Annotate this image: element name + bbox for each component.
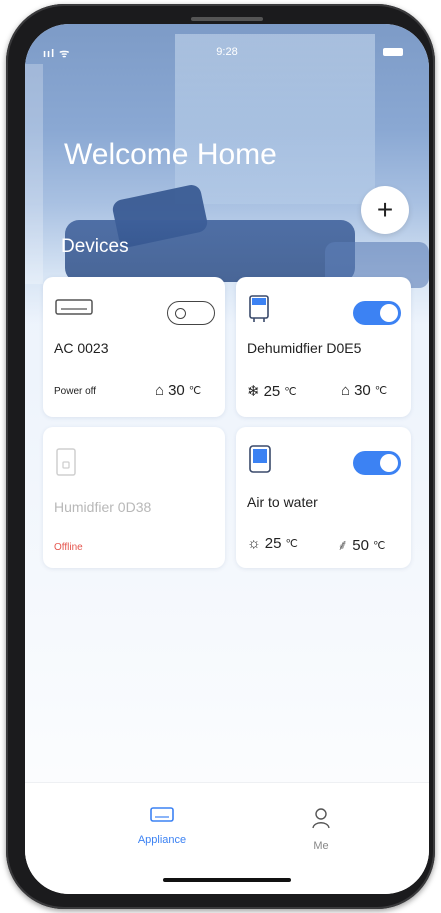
metric-value: 30 bbox=[354, 382, 371, 399]
snowflake-icon: ❄ bbox=[247, 383, 260, 400]
device-status: Power off bbox=[54, 386, 97, 397]
status-bar: ııl ᯤ 9:28 bbox=[25, 24, 429, 66]
home-temp-icon: ⌂ bbox=[155, 382, 165, 399]
air-to-water-icon bbox=[248, 445, 272, 480]
device-card-dehumidifier-d0e5[interactable]: Dehumidfier D0E5 ❄ 25 ℃ ⌂ 30 ℃ bbox=[236, 277, 411, 417]
tab-me[interactable]: Me bbox=[281, 807, 361, 852]
device-metric-heating-temp: ☼ 25 ℃ bbox=[247, 535, 298, 552]
metric-unit: ℃ bbox=[284, 385, 297, 398]
metric-value: 50 bbox=[352, 536, 369, 554]
phone-speaker bbox=[191, 17, 263, 21]
app-screen: ııl ᯤ 9:28 Welcome Home + Devices AC 002… bbox=[25, 24, 429, 894]
toggle-knob bbox=[175, 308, 186, 319]
metric-value: 25 bbox=[264, 535, 282, 552]
phone-frame: ııl ᯤ 9:28 Welcome Home + Devices AC 002… bbox=[6, 4, 435, 909]
power-toggle[interactable] bbox=[353, 301, 401, 325]
hero-wall bbox=[25, 64, 43, 284]
device-name: Humidfier 0D38 bbox=[54, 499, 152, 515]
toggle-knob bbox=[380, 454, 398, 472]
dehumidifier-icon bbox=[248, 295, 270, 328]
status-time: 9:28 bbox=[216, 46, 238, 58]
toggle-knob bbox=[380, 304, 398, 322]
device-metric-water-temp: ⸙ 50 ℃ bbox=[337, 535, 385, 555]
metric-value: 30 bbox=[168, 382, 185, 399]
home-temp-icon: ⌂ bbox=[341, 382, 351, 399]
page-title: Welcome Home bbox=[64, 138, 277, 171]
device-card-humidifier-0d38[interactable]: Humidfier 0D38 Offline bbox=[43, 427, 225, 568]
battery-icon bbox=[383, 48, 403, 56]
metric-unit: ℃ bbox=[374, 385, 388, 397]
device-card-ac-0023[interactable]: AC 0023 Power off ⌂ 30 ℃ bbox=[43, 277, 225, 417]
device-metric-home-temp: ⌂ 30 ℃ bbox=[155, 382, 201, 399]
device-name: AC 0023 bbox=[54, 340, 109, 356]
person-icon bbox=[311, 808, 331, 833]
appliance-icon bbox=[150, 807, 174, 827]
device-status: Offline bbox=[54, 542, 83, 553]
device-card-air-to-water[interactable]: Air to water ☼ 25 ℃ ⸙ 50 ℃ bbox=[236, 427, 411, 568]
humidifier-icon bbox=[55, 448, 77, 481]
metric-unit: ℃ bbox=[188, 385, 202, 397]
power-toggle[interactable] bbox=[167, 301, 215, 325]
device-metric-cooling-temp: ❄ 25 ℃ bbox=[247, 382, 297, 401]
power-toggle[interactable] bbox=[353, 451, 401, 475]
device-metric-home-temp: ⌂ 30 ℃ bbox=[341, 382, 387, 399]
metric-unit: ℃ bbox=[372, 539, 386, 552]
home-indicator bbox=[163, 878, 291, 882]
tab-appliance[interactable]: Appliance bbox=[122, 807, 202, 846]
device-name: Dehumidfier D0E5 bbox=[247, 340, 362, 356]
sun-icon: ☼ bbox=[247, 535, 261, 552]
devices-section-title: Devices bbox=[61, 236, 129, 257]
metric-value: 25 bbox=[263, 382, 281, 400]
device-name: Air to water bbox=[247, 494, 318, 510]
metric-unit: ℃ bbox=[285, 538, 298, 550]
shower-icon: ⸙ bbox=[337, 537, 349, 554]
tab-label: Me bbox=[313, 840, 329, 852]
tab-label: Appliance bbox=[137, 834, 187, 846]
ac-unit-icon bbox=[55, 297, 93, 322]
add-device-button[interactable]: + bbox=[361, 186, 409, 234]
